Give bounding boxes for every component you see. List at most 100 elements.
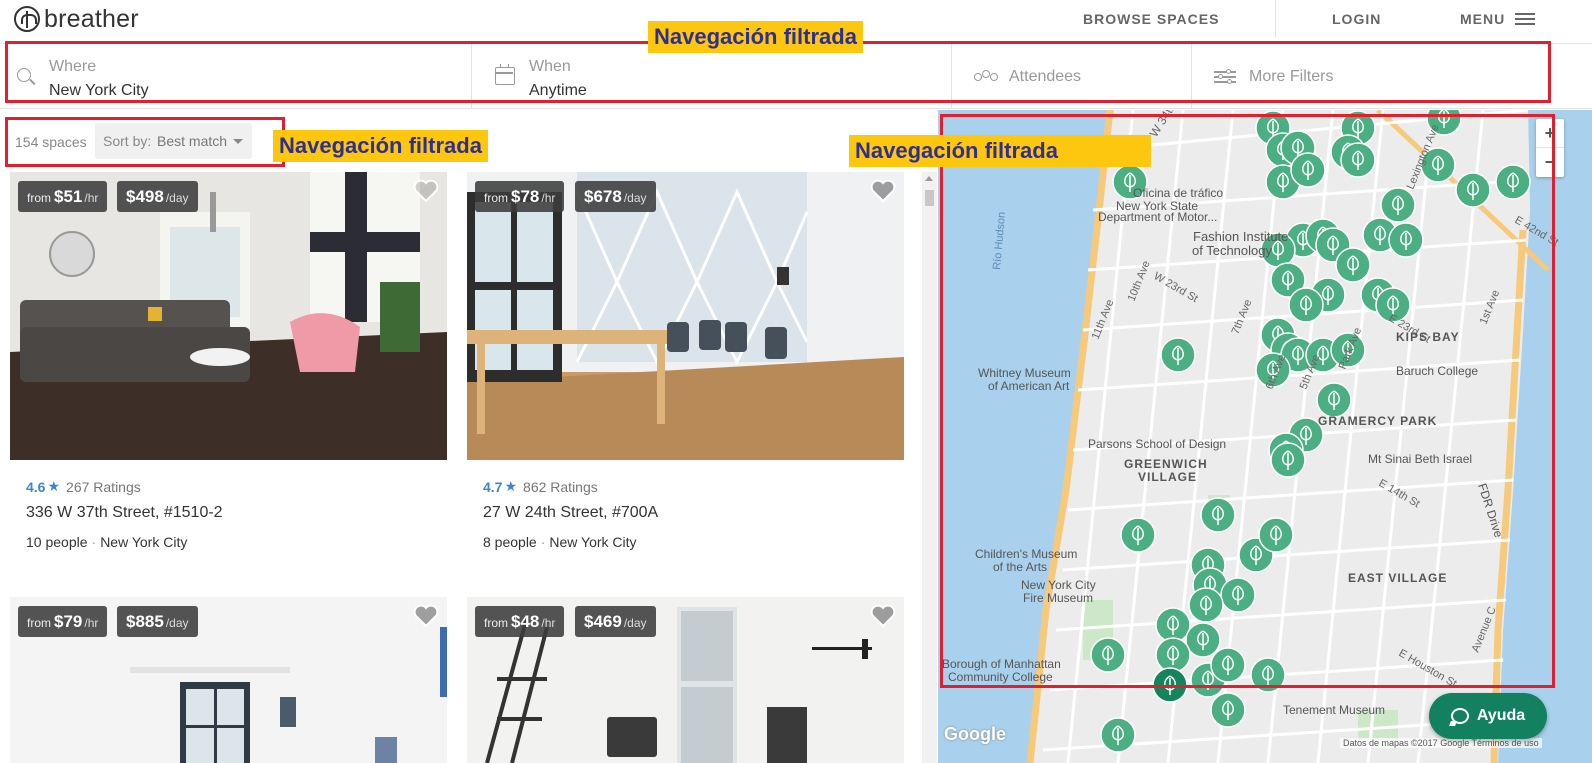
results-scrollbar[interactable]	[922, 172, 937, 763]
map-pin-icon[interactable]	[1100, 717, 1136, 753]
map-pin-icon[interactable]	[1188, 587, 1224, 623]
hourly-price-tag: from $78/hr	[475, 181, 565, 212]
menu-button[interactable]: MENU	[1460, 11, 1536, 27]
space-photo[interactable]: from $48/hr $469/day	[467, 597, 904, 763]
zoom-in-button[interactable]: +	[1536, 119, 1564, 148]
svg-text:Borough of Manhattan: Borough of Manhattan	[942, 657, 1061, 671]
svg-text:of American Art: of American Art	[988, 379, 1070, 393]
map-pin-icon[interactable]	[1288, 287, 1324, 323]
map-pin-icon[interactable]	[1185, 622, 1221, 658]
space-info: 4.7 ★ 862 Ratings 27 W 24th Street, #700A …	[483, 478, 893, 550]
logo-text: breather	[44, 4, 139, 33]
when-field[interactable]: When Anytime	[472, 44, 952, 108]
daily-price-tag: $469/day	[575, 606, 656, 637]
space-card[interactable]: from $51/hr $498/day 4.6 ★ 267 Ratings 336 …	[10, 172, 447, 572]
map-pin-icon[interactable]	[1155, 607, 1191, 643]
calendar-icon	[495, 64, 515, 85]
svg-text:Fashion Institute: Fashion Institute	[1193, 229, 1288, 244]
daily-price-tag: $885/day	[117, 606, 198, 637]
help-label: Ayuda	[1476, 707, 1526, 724]
map-canvas[interactable]: W 34th St Fashion Institute of Technolog…	[938, 110, 1592, 763]
map-pin-icon[interactable]	[1155, 637, 1191, 673]
breather-logo[interactable]: breather	[14, 5, 139, 33]
space-card[interactable]: from $48/hr $469/day	[467, 597, 904, 763]
map-pin-icon[interactable]	[1152, 667, 1188, 703]
space-card[interactable]: from $78/hr $678/day 4.7 ★ 862 Ratings 27 W…	[467, 172, 904, 572]
zoom-out-button[interactable]: −	[1536, 148, 1564, 177]
svg-text:Parsons School of Design: Parsons School of Design	[1088, 437, 1226, 451]
map-pin-icon[interactable]	[1160, 337, 1196, 373]
nav-divider	[1275, 0, 1276, 38]
scroll-thumb[interactable]	[925, 190, 934, 206]
map-pin-icon[interactable]	[1495, 164, 1531, 200]
map[interactable]: W 34th St Fashion Institute of Technolog…	[938, 110, 1592, 763]
when-value[interactable]: Anytime	[529, 82, 587, 100]
svg-text:Department of Motor...: Department of Motor...	[1098, 210, 1217, 224]
space-photo[interactable]: from $79/hr $885/day	[10, 597, 447, 763]
spaces-count: 154 spaces	[15, 134, 87, 150]
map-pin-icon[interactable]	[1250, 657, 1286, 693]
svg-text:Fire Museum: Fire Museum	[1023, 591, 1093, 605]
login-link[interactable]: LOGIN	[1332, 11, 1381, 27]
space-meta: 8 people · New York City	[483, 534, 637, 550]
space-photo[interactable]: from $51/hr $498/day	[10, 172, 447, 460]
more-filters-label: More Filters	[1249, 68, 1334, 85]
map-pin-icon[interactable]	[1340, 142, 1376, 178]
map-pin-icon[interactable]	[1316, 382, 1352, 418]
daily-price-tag: $498/day	[117, 181, 198, 212]
svg-text:Mt Sinai Beth Israel: Mt Sinai Beth Israel	[1368, 452, 1472, 466]
search-icon	[17, 68, 31, 82]
sort-label: Sort by:	[103, 133, 152, 149]
map-pin-icon[interactable]	[1210, 647, 1246, 683]
map-pin-icon[interactable]	[1090, 637, 1126, 673]
svg-text:GREENWICH: GREENWICH	[1124, 457, 1208, 471]
space-card[interactable]: from $79/hr $885/day	[10, 597, 447, 763]
space-address[interactable]: 27 W 24th Street, #700A	[483, 504, 893, 522]
browse-spaces-link[interactable]: BROWSE SPACES	[1083, 11, 1219, 27]
svg-text:Community College: Community College	[948, 670, 1053, 684]
sort-dropdown[interactable]: Sort by: Best match	[95, 123, 252, 159]
map-pin-icon[interactable]	[1120, 517, 1156, 553]
svg-text:Oficina de tráfico: Oficina de tráfico	[1133, 186, 1223, 200]
where-field[interactable]: Where New York City	[0, 44, 472, 108]
map-pin-icon[interactable]	[1335, 247, 1371, 283]
map-pin-icon[interactable]	[1290, 152, 1326, 188]
svg-text:Children's Museum: Children's Museum	[975, 547, 1077, 561]
space-info: 4.6 ★ 267 Ratings 336 W 37th Street, #1510…	[26, 478, 436, 550]
heart-icon[interactable]	[870, 179, 896, 203]
scroll-up-arrow-icon[interactable]	[925, 176, 933, 181]
help-button[interactable]: Ayuda	[1429, 693, 1547, 739]
space-address[interactable]: 336 W 37th Street, #1510-2	[26, 504, 436, 522]
tree-logo-icon	[14, 6, 40, 32]
chat-bubble-icon	[1450, 708, 1469, 724]
zoom-controls[interactable]: + −	[1536, 119, 1564, 177]
map-pin-icon[interactable]	[1455, 172, 1491, 208]
more-filters-button[interactable]: More Filters	[1192, 44, 1592, 108]
daily-price-tag: $678/day	[575, 181, 656, 212]
sort-value: Best match	[157, 133, 228, 149]
heart-icon[interactable]	[413, 604, 439, 628]
filters-icon	[1214, 69, 1236, 84]
map-pin-icon[interactable]	[1258, 517, 1294, 553]
svg-text:of Technology: of Technology	[1192, 243, 1272, 258]
svg-text:Whitney Museum: Whitney Museum	[978, 366, 1071, 380]
attendees-label: Attendees	[1009, 68, 1082, 85]
map-pin-icon[interactable]	[1220, 577, 1256, 613]
rating: 4.6 ★ 267 Ratings	[26, 478, 141, 495]
space-photo[interactable]: from $78/hr $678/day	[467, 172, 904, 460]
map-pin-icon[interactable]	[1388, 222, 1424, 258]
heart-icon[interactable]	[870, 604, 896, 628]
where-value[interactable]: New York City	[49, 82, 149, 100]
svg-text:VILLAGE: VILLAGE	[1138, 470, 1197, 484]
map-pin-icon[interactable]	[1210, 692, 1246, 728]
hourly-price-tag: from $48/hr	[475, 606, 565, 637]
attendees-field[interactable]: Attendees	[952, 44, 1192, 108]
annotation-label: Navegación filtrada	[648, 21, 863, 53]
people-icon	[974, 70, 1000, 84]
map-pin-icon[interactable]	[1380, 187, 1416, 223]
map-credit[interactable]: Datos de mapas ©2017 Google Términos de …	[1340, 738, 1542, 748]
heart-icon[interactable]	[413, 179, 439, 203]
map-pin-icon[interactable]	[1270, 442, 1306, 478]
svg-text:Baruch College: Baruch College	[1396, 364, 1478, 378]
map-pin-icon[interactable]	[1200, 497, 1236, 533]
